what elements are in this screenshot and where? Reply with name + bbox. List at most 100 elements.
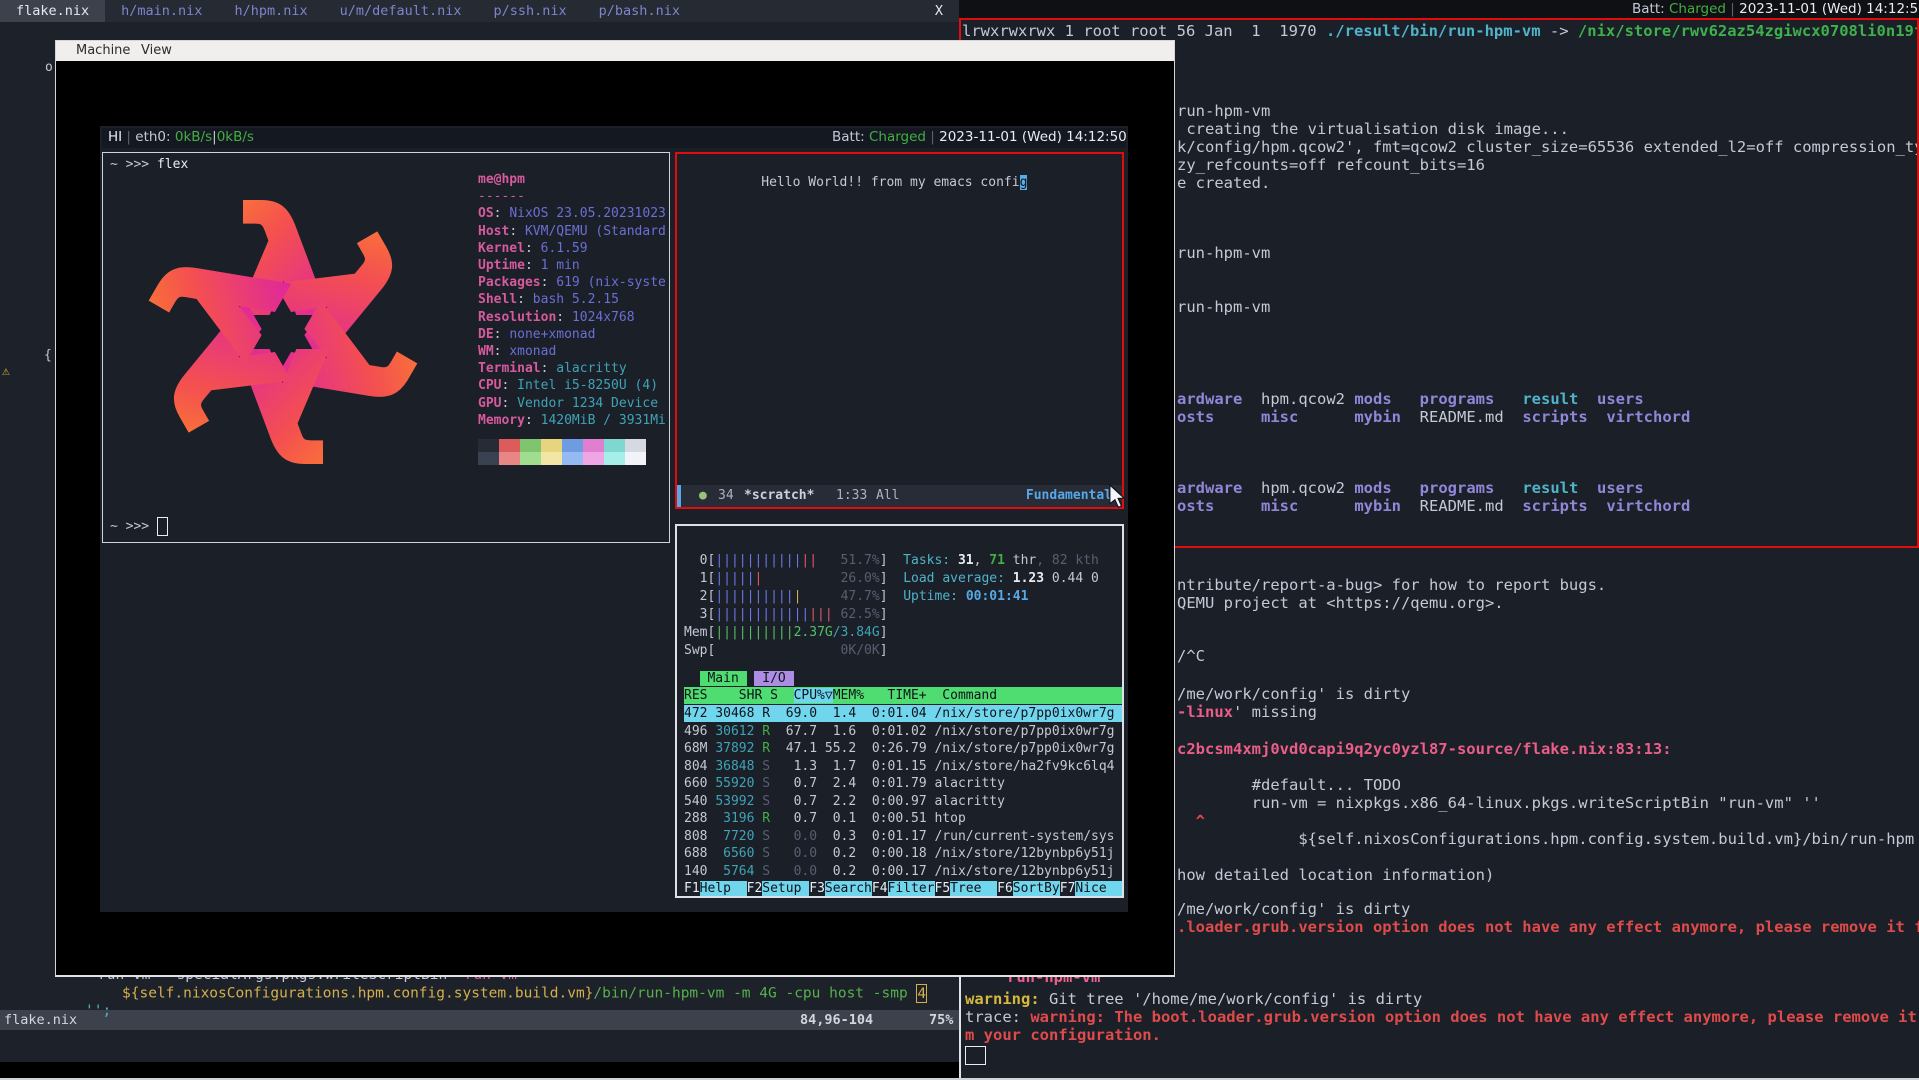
neofetch-line: Shell: bash 5.2.15: [478, 291, 619, 308]
htop-meter: 3[||||||||||||||| 62.5%]: [684, 606, 888, 623]
neofetch-line: WM: xmonad: [478, 343, 556, 360]
desktop: HI | enp1s0: 0kB/s|0kB/sBatt: Charged | …: [0, 0, 1919, 1080]
modified-dot-icon: ●: [699, 485, 707, 507]
terminal-line: ^: [1177, 812, 1205, 830]
htop-meter: 1[|||||| 26.0%] Load average: 1.23 0.44 …: [684, 570, 1099, 587]
htop-row: 804 36848 S 1.3 1.7 0:01.15 /nix/store/h…: [684, 758, 1115, 775]
modeline-mode: Fundamental: [1026, 485, 1112, 507]
terminal-line: m your configuration.: [965, 1026, 1161, 1044]
emacs-buffer-text: Hello World!! from my emacs config: [683, 157, 1027, 208]
vm-status-left: HI | eth0: 0kB/s|0kB/s: [108, 129, 254, 145]
htop-meter: 0[||||||||||||| 51.7%] Tasks: 31, 71 thr…: [684, 552, 1099, 569]
terminal-line: trace: warning: The boot.loader.grub.ver…: [965, 1008, 1919, 1026]
window-tab-bar: flake.nix h/main.nix h/hpm.nix u/m/defau…: [0, 0, 959, 22]
menu-machine[interactable]: Machine: [76, 41, 130, 61]
statusline-filename: flake.nix: [4, 1010, 77, 1030]
code-line: '';: [85, 1002, 111, 1020]
terminal-line: /^C: [1177, 647, 1205, 665]
htop-fkey-bar[interactable]: F1Help F2Setup F3SearchF4FilterF5Tree F6…: [684, 880, 1122, 897]
tab-ssh-nix[interactable]: p/ssh.nix: [478, 0, 583, 22]
editor-statusline: flake.nix 84,96-104 75%: [0, 1010, 959, 1030]
shell-prompt: ~ >>>: [110, 517, 168, 536]
terminal-line: /me/work/config' is dirty: [1177, 685, 1410, 703]
htop-row-selected: 472 30468 R 69.0 1.4 0:01.04 /nix/store/…: [684, 705, 1122, 722]
neofetch-line: CPU: Intel i5-8250U (4): [478, 377, 658, 394]
terminal-line: run-vm = nixpkgs.x86_64-linux.pkgs.write…: [1177, 794, 1821, 812]
htop-row: 808 7720 S 0.0 0.3 0:01.17 /run/current-…: [684, 828, 1115, 845]
terminal-line: warning: Git tree '/home/me/work/config'…: [965, 990, 1422, 1008]
tab-close-button[interactable]: X: [919, 0, 959, 22]
truncated-glyph: {: [44, 347, 52, 364]
palette-row: [478, 439, 646, 452]
terminal-line: osts misc mybin README.md scripts virtch…: [1177, 408, 1690, 426]
neofetch-line: ------: [478, 188, 525, 205]
vm-status-bar: HI | eth0: 0kB/s|0kB/sBatt: Charged | 20…: [102, 128, 1126, 148]
terminal-line: -linux' missing: [1177, 703, 1317, 721]
modeline-accent: [677, 485, 681, 507]
tab-flake-nix[interactable]: flake.nix: [0, 0, 105, 22]
terminal-line: run-hpm-vm: [1007, 976, 1100, 986]
htop-row: 660 55920 S 0.7 2.4 0:01.79 alacritty: [684, 775, 1005, 792]
htop-meter: Swp[ 0K/0K]: [684, 642, 888, 659]
neofetch-line: DE: none+xmonad: [478, 326, 595, 343]
htop-row: 140 5764 S 0.0 0.2 0:00.17 /nix/store/12…: [684, 863, 1115, 880]
neofetch-line: GPU: Vendor 1234 Device: [478, 395, 658, 412]
tab-hpm-nix[interactable]: h/hpm.nix: [218, 0, 323, 22]
qemu-menu-bar: Machine View: [56, 41, 1174, 61]
modeline-num: 34: [718, 485, 734, 507]
htop-row: 688 6560 S 0.0 0.2 0:00.18 /nix/store/12…: [684, 845, 1115, 862]
vm-display[interactable]: HI | eth0: 0kB/s|0kB/sBatt: Charged | 20…: [100, 126, 1128, 912]
htop-meter: Mem[||||||||||2.37G/3.84G]: [684, 624, 888, 641]
menu-view[interactable]: View: [141, 41, 172, 61]
terminal-line: lrwxrwxrwx 1 root root 56 Jan 1 1970 ./r…: [962, 22, 1919, 40]
htop-row: 540 53992 S 0.7 2.2 0:00.97 alacritty: [684, 793, 1005, 810]
neofetch-line: me@hpm: [478, 171, 525, 188]
terminal-line: ${self.nixosConfigurations.hpm.config.sy…: [1177, 830, 1914, 848]
vm-terminal-left[interactable]: λ λ λ λ λ λ ~ >>> flexme@hpm------OS: Ni…: [102, 152, 670, 543]
palette-row: [478, 452, 646, 465]
qemu-window[interactable]: Machine View HI | eth0: 0kB/s|0kB/sBatt:…: [55, 40, 1175, 977]
tab-main-nix[interactable]: h/main.nix: [105, 0, 218, 22]
tab-bash-nix[interactable]: p/bash.nix: [583, 0, 696, 22]
statusline-ruler: 84,96-104: [800, 1010, 873, 1030]
vm-emacs-window[interactable]: Hello World!! from my emacs config ● 34 …: [675, 152, 1124, 509]
vm-htop-window[interactable]: 0[||||||||||||| 51.7%] Tasks: 31, 71 thr…: [675, 524, 1124, 898]
tab-default-nix[interactable]: u/m/default.nix: [324, 0, 478, 22]
terminal-line: QEMU project at <https://qemu.org>.: [1177, 594, 1504, 612]
emacs-cursor: g: [1020, 175, 1028, 190]
host-status-right: Batt: Charged | 2023-11-01 (Wed) 14:12:5…: [1632, 1, 1919, 17]
terminal-line: creating the virtualisation disk image..…: [1177, 120, 1569, 138]
neofetch-line: Memory: 1420MiB / 3931Mi: [478, 412, 666, 429]
terminal-line: how detailed location information): [1177, 866, 1494, 884]
modeline-buffer: *scratch*: [744, 485, 814, 507]
terminal-line: k/config/hpm.qcow2', fmt=qcow2 cluster_s…: [1177, 138, 1919, 156]
terminal-line: osts misc mybin README.md scripts virtch…: [1177, 497, 1690, 515]
terminal-line: zy_refcounts=off refcount_bits=16: [1177, 156, 1485, 174]
terminal-right-bottom[interactable]: run-hpm-vm warning: Git tree '/home/me/wo…: [959, 976, 1919, 1080]
neofetch-line: Terminal: alacritty: [478, 360, 627, 377]
htop-header[interactable]: RES SHR S CPU%▽MEM% TIME+ Command: [684, 687, 1122, 704]
neofetch-line: Resolution: 1024x768: [478, 309, 635, 326]
htop-row: 496 30612 R 67.7 1.6 0:01.02 /nix/store/…: [684, 723, 1115, 740]
htop-row: 288 3196 R 0.7 0.1 0:00.51 htop: [684, 810, 966, 827]
mouse-cursor: [1106, 484, 1128, 508]
truncated-glyph: o: [45, 59, 53, 76]
htop-tabs[interactable]: Main I/O: [684, 670, 794, 687]
terminal-line: /me/work/config' is dirty: [1177, 900, 1410, 918]
nixos-logo: λ λ λ λ λ λ: [115, 177, 451, 487]
terminal-line: run-hpm-vm: [1177, 244, 1270, 262]
neofetch-line: Host: KVM/QEMU (Standard: [478, 223, 666, 240]
neofetch-line: Uptime: 1 min: [478, 257, 580, 274]
neofetch-line: Packages: 619 (nix-syste: [478, 274, 666, 291]
statusline-percent: 75%: [929, 1010, 953, 1030]
terminal-line: ntribute/report-a-bug> for how to report…: [1177, 576, 1606, 594]
emacs-modeline: ● 34 *scratch* 1:33 All Fundamental: [677, 485, 1122, 507]
code-line: ${self.nixosConfigurations.hpm.config.sy…: [122, 984, 927, 1003]
terminal-line: run-hpm-vm: [1177, 298, 1270, 316]
modeline-all: All: [876, 485, 899, 507]
terminal-line: c2bcsm4xmj0vd0capi9q2yc0yzl87-source/fla…: [1177, 740, 1672, 758]
neofetch-line: Kernel: 6.1.59: [478, 240, 588, 257]
terminal-line: #default... TODO: [1177, 776, 1401, 794]
modeline-pos: 1:33: [836, 485, 867, 507]
color-palette: [478, 439, 646, 465]
